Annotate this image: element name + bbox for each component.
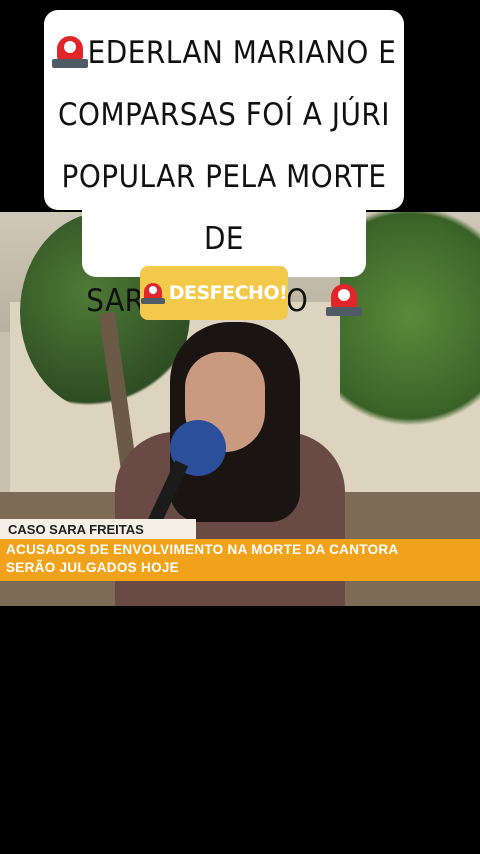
siren-icon: [140, 281, 165, 305]
news-caption: ACUSADOS DE ENVOLVIMENTO NA MORTE DA CAN…: [6, 541, 398, 577]
news-caption-line-1: ACUSADOS DE ENVOLVIMENTO NA MORTE DA CAN…: [6, 542, 399, 557]
siren-icon: [51, 33, 88, 69]
headline-line-1: EDERLAN MARIANO E: [44, 22, 404, 84]
desfecho-badge: DESFECHO!: [140, 266, 288, 320]
siren-icon: [325, 281, 362, 317]
badge-label: DESFECHO!: [168, 282, 288, 304]
headline-line-3: POPULAR PELA MORTE DE: [61, 159, 387, 257]
news-tag-label: CASO SARA FREITAS: [8, 521, 144, 537]
headline-line-1-text: EDERLAN MARIANO E: [87, 35, 397, 71]
news-caption-line-2: SERÃO JULGADOS HOJE: [6, 560, 179, 575]
news-tag: CASO SARA FREITAS: [0, 519, 196, 539]
headline-line-2: COMPARSAS FOÍ A JÚRI: [58, 97, 390, 133]
